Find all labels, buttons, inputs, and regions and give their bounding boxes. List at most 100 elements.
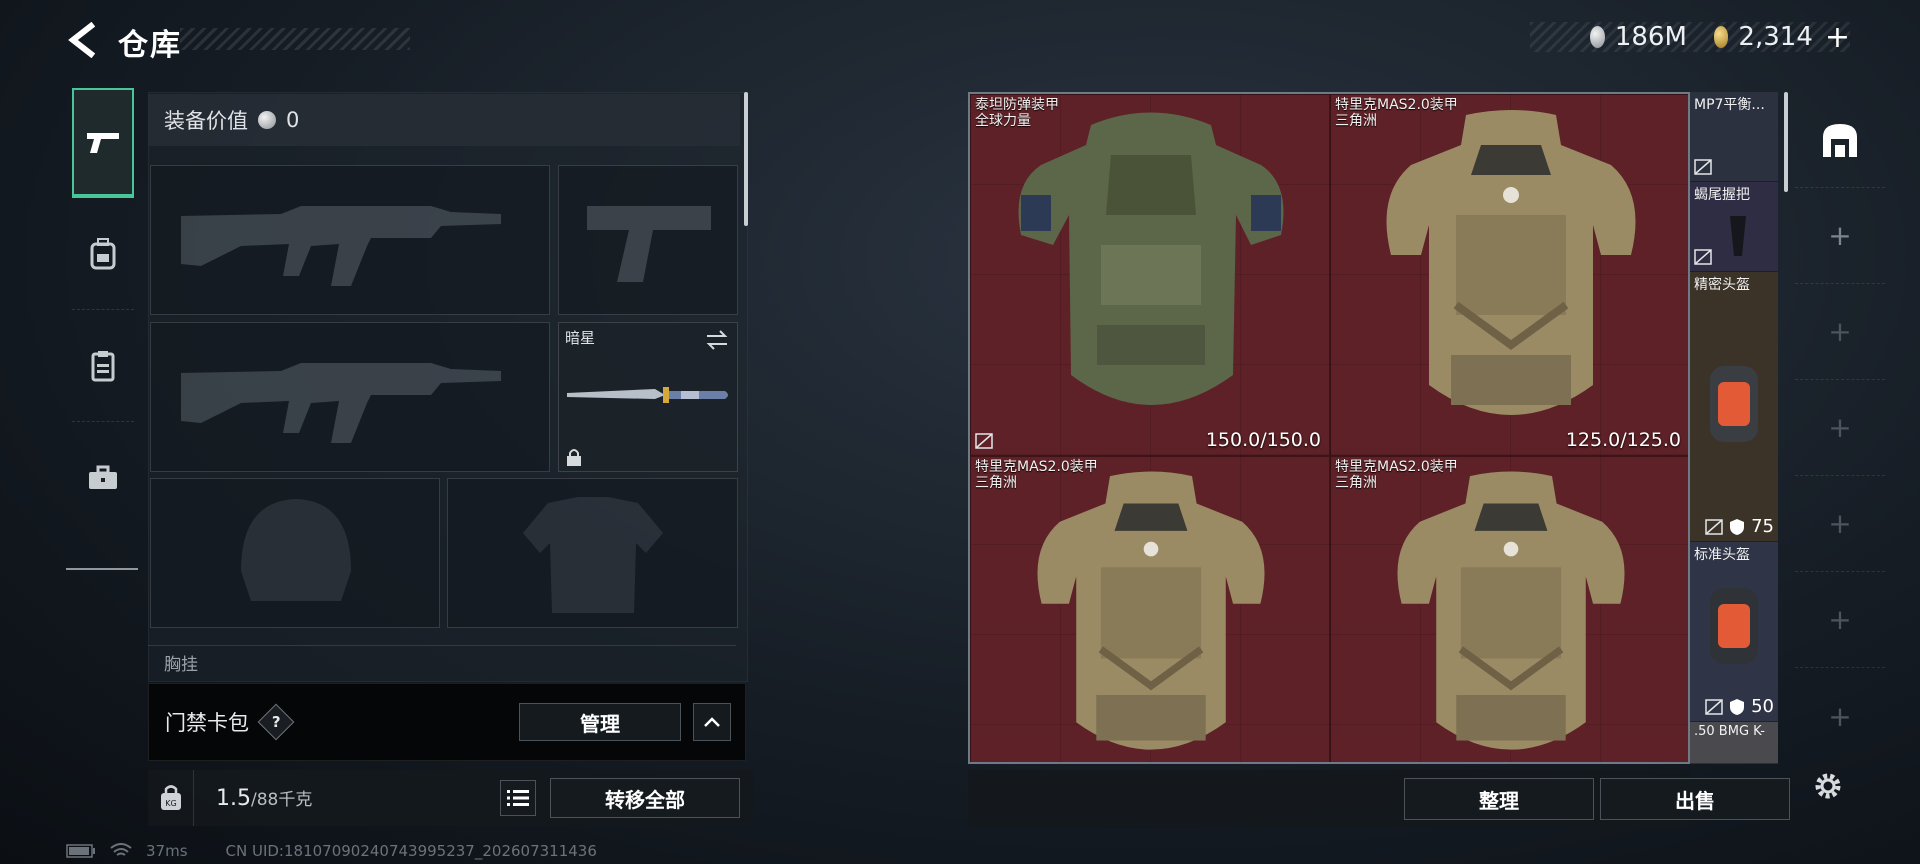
- chest-rig-label: 胸挂: [164, 655, 198, 675]
- stash-page-rail: + + + + + +: [1795, 92, 1885, 782]
- clipboard-icon: [91, 350, 115, 381]
- weight-current: 1.5: [216, 786, 251, 811]
- back-arrow-icon: [68, 22, 96, 58]
- stash-item-helmet-standard[interactable]: 标准头盔 50: [1690, 542, 1778, 722]
- add-currency-button[interactable]: +: [1825, 20, 1850, 55]
- item-name-line2: 三角洲: [1335, 475, 1377, 491]
- item-durability: 150.0/150.0: [1205, 429, 1321, 451]
- armor-value: 75: [1751, 516, 1774, 537]
- equipment-scrollbar[interactable]: [744, 92, 748, 226]
- silver-coin-icon: [258, 111, 276, 129]
- tab-equipment[interactable]: [72, 198, 134, 310]
- expand-button[interactable]: [693, 703, 731, 741]
- kettlebell-icon: KG: [160, 785, 181, 810]
- tab-consumables[interactable]: [72, 310, 134, 422]
- warehouse-icon: [1823, 123, 1857, 157]
- add-stash-page-button[interactable]: +: [1795, 572, 1885, 668]
- back-button[interactable]: [62, 18, 102, 62]
- stash-item-armor[interactable]: 泰坦防弹装甲 全球力量 150.0/150.0: [970, 94, 1330, 456]
- list-view-button[interactable]: [500, 780, 536, 816]
- add-stash-page-button[interactable]: +: [1795, 284, 1885, 380]
- item-name-line2: 三角洲: [1335, 113, 1377, 129]
- weight-readout: 1.5/88千克: [216, 785, 312, 811]
- wifi-icon: [110, 843, 132, 856]
- item-name-line1: 泰坦防弹装甲: [975, 97, 1059, 113]
- secondary-weapon-slot[interactable]: [558, 165, 738, 315]
- tab-toolbox[interactable]: [72, 422, 134, 534]
- keycard-bag-label: 门禁卡包: [165, 711, 249, 735]
- armor-vest-icon: [1397, 471, 1625, 750]
- add-stash-page-button[interactable]: +: [1795, 188, 1885, 284]
- equipment-value: 0: [286, 108, 300, 132]
- item-durability: 125.0/125.0: [1565, 429, 1681, 451]
- helmet-silhouette-icon: [241, 499, 351, 601]
- armor-vest-icon: [1018, 112, 1284, 405]
- item-name: 精密头盔: [1694, 277, 1750, 293]
- battery-icon: [66, 844, 95, 858]
- item-name: 特里克MAS2.0装甲 三角洲: [975, 459, 1098, 491]
- primary-weapon-slot[interactable]: [150, 165, 550, 315]
- item-name: 标准头盔: [1694, 547, 1750, 563]
- transfer-all-button[interactable]: 转移全部: [550, 778, 740, 818]
- helmet-icon: [1710, 588, 1758, 664]
- category-bar: [66, 88, 138, 570]
- stash-item-armor[interactable]: 特里克MAS2.0装甲 三角洲: [1330, 456, 1688, 762]
- stash-item-ammo[interactable]: .50 BMG K-: [1690, 722, 1778, 764]
- stash-grid: 泰坦防弹装甲 全球力量 150.0/150.0 特里克MAS2.0装甲 三角洲 …: [968, 92, 1690, 764]
- kg-badge: KG: [165, 799, 176, 808]
- uid-text: CN UID:18107090240743995237_202607311436: [225, 842, 597, 860]
- help-icon: ?: [271, 712, 281, 731]
- armor-value: 50: [1751, 696, 1774, 717]
- item-name: 特里克MAS2.0装甲 三角洲: [1335, 97, 1458, 129]
- body-armor-slot[interactable]: [447, 478, 738, 628]
- weight-icon: KG: [148, 770, 194, 826]
- armor-rating: 75: [1705, 516, 1774, 537]
- add-stash-page-button[interactable]: +: [1795, 380, 1885, 476]
- briefcase-icon: [89, 465, 117, 489]
- no-insurance-icon: [1705, 518, 1723, 535]
- item-name-line1: 特里克MAS2.0装甲: [1335, 97, 1458, 113]
- chest-rig-slot[interactable]: 胸挂: [148, 645, 736, 675]
- stash-item-helmet-precision[interactable]: 精密头盔 75: [1690, 272, 1778, 542]
- tab-weapons[interactable]: [72, 88, 134, 198]
- no-insurance-icon: [1694, 249, 1712, 265]
- stash-action-bar: 整理 出售: [968, 770, 1790, 828]
- help-button[interactable]: ?: [257, 703, 295, 741]
- pistol-icon: [87, 133, 119, 153]
- stash-scrollbar[interactable]: [1784, 92, 1788, 192]
- settings-button[interactable]: [1808, 766, 1848, 806]
- backup-weapon-slot[interactable]: [150, 322, 550, 472]
- helmet-slot[interactable]: [150, 478, 440, 628]
- stash-page-main[interactable]: [1795, 92, 1885, 188]
- stash-item-grip[interactable]: 蝎尾握把: [1690, 182, 1778, 272]
- equipment-value-label: 装备价值: [164, 109, 248, 133]
- stash-item-mp7[interactable]: MP7平衡...: [1690, 92, 1778, 182]
- swap-icon[interactable]: [705, 329, 729, 351]
- gold-coin-icon: [1713, 26, 1729, 48]
- rifle-silhouette-icon: [181, 206, 501, 286]
- page-title: 仓库: [118, 28, 182, 63]
- add-stash-page-button[interactable]: +: [1795, 668, 1885, 764]
- silver-coin-icon: [1590, 26, 1605, 48]
- add-stash-page-button[interactable]: +: [1795, 476, 1885, 572]
- knife-icon: [567, 387, 728, 403]
- pistol-silhouette-icon: [587, 206, 711, 282]
- stash-item-armor[interactable]: 特里克MAS2.0装甲 三角洲: [970, 456, 1330, 762]
- melee-weapon-slot[interactable]: 暗星: [558, 322, 738, 472]
- item-name-line1: 特里克MAS2.0装甲: [975, 459, 1098, 475]
- sell-button[interactable]: 出售: [1600, 778, 1790, 820]
- stash-side-column: MP7平衡... 蝎尾握把 精密头盔 75 标准头盔 50 .50 BMG K-: [1690, 92, 1778, 764]
- item-name: 特里克MAS2.0装甲 三角洲: [1335, 459, 1458, 491]
- no-insurance-icon: [1705, 698, 1723, 715]
- silver-amount: 186M: [1614, 22, 1687, 52]
- weight-max: /88千克: [251, 790, 313, 810]
- shield-icon: [1730, 518, 1745, 535]
- armor-vest-icon: [1037, 471, 1265, 750]
- manage-button[interactable]: 管理: [519, 703, 681, 741]
- status-line: 37ms CN UID:18107090240743995237_2026073…: [66, 842, 597, 860]
- stash-item-armor[interactable]: 特里克MAS2.0装甲 三角洲 125.0/125.0: [1330, 94, 1688, 456]
- sort-button[interactable]: 整理: [1404, 778, 1594, 820]
- keycard-bag-row: 门禁卡包 ? 管理: [148, 683, 746, 761]
- grip-icon: [1730, 216, 1746, 256]
- helmet-icon: [1710, 366, 1758, 442]
